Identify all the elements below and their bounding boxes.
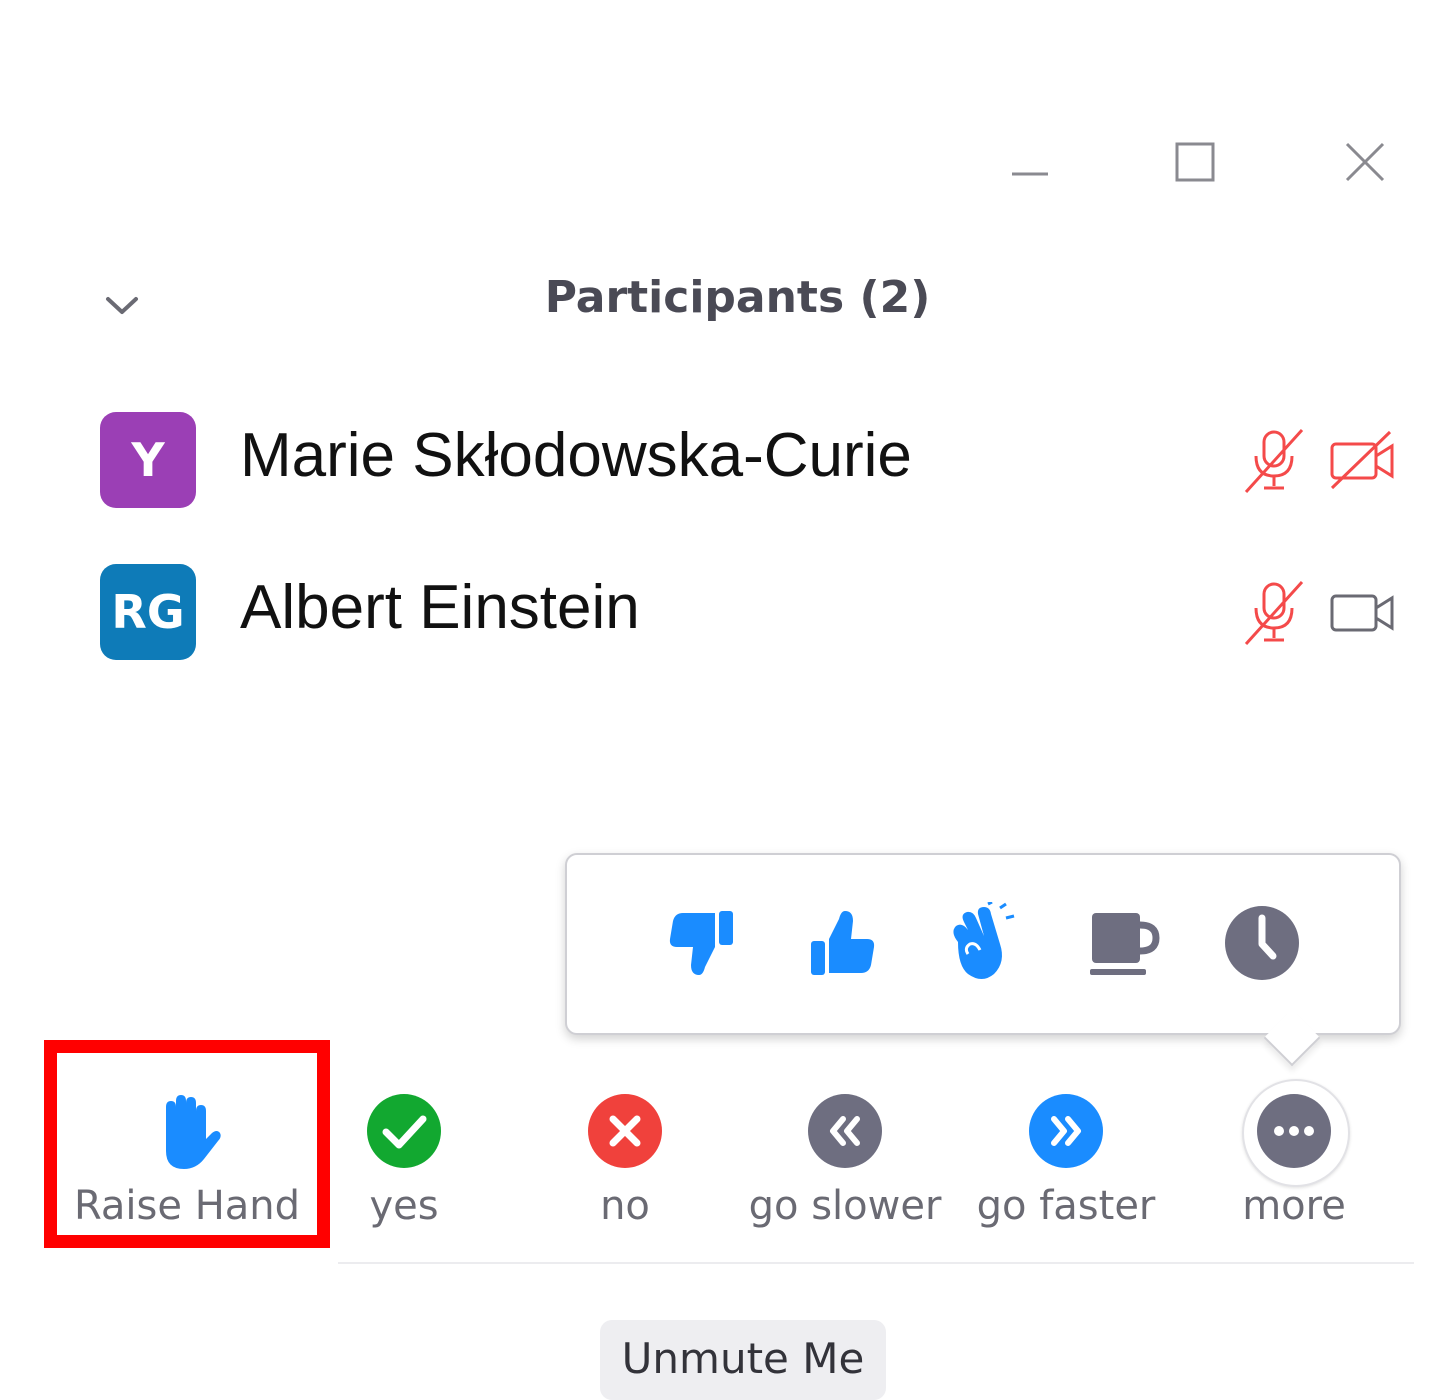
unmute-button[interactable]: Unmute Me bbox=[600, 1320, 886, 1400]
mic-muted-icon[interactable] bbox=[1240, 426, 1310, 496]
participant-row[interactable]: RG Albert Einstein bbox=[100, 564, 1400, 664]
raise-hand-highlight bbox=[44, 1040, 330, 1248]
close-icon bbox=[1345, 142, 1385, 182]
coffee-icon bbox=[1090, 913, 1160, 975]
clock-icon bbox=[1225, 906, 1299, 980]
clap-button[interactable] bbox=[937, 898, 1027, 988]
maximize-button[interactable] bbox=[1160, 130, 1230, 194]
clapping-hands-icon bbox=[953, 902, 1015, 979]
no-label: no bbox=[600, 1183, 650, 1229]
x-icon bbox=[587, 1093, 663, 1169]
rewind-icon bbox=[807, 1093, 883, 1169]
go-faster-button[interactable]: go faster bbox=[956, 1085, 1176, 1245]
mic-muted-icon[interactable] bbox=[1240, 578, 1310, 648]
check-icon bbox=[366, 1093, 442, 1169]
thumbs-down-button[interactable] bbox=[657, 898, 747, 988]
away-button[interactable] bbox=[1217, 898, 1307, 988]
more-dots-icon bbox=[1256, 1093, 1332, 1169]
thumbs-up-button[interactable] bbox=[797, 898, 887, 988]
maximize-icon bbox=[1175, 142, 1215, 182]
thumbs-up-icon bbox=[811, 911, 875, 975]
participant-row[interactable]: Y Marie Skłodowska-Curie bbox=[100, 412, 1400, 512]
video-off-icon[interactable] bbox=[1328, 426, 1398, 496]
participant-name: Marie Skłodowska-Curie bbox=[240, 421, 912, 490]
page-title: Participants (2) bbox=[0, 272, 1435, 323]
panel-title: Participants (2) bbox=[544, 272, 931, 323]
participant-name: Albert Einstein bbox=[240, 573, 640, 642]
close-button[interactable] bbox=[1330, 130, 1400, 194]
minimize-icon bbox=[1012, 172, 1048, 176]
more-label: more bbox=[1242, 1183, 1346, 1229]
video-on-icon[interactable] bbox=[1328, 578, 1398, 648]
coffee-button[interactable] bbox=[1077, 898, 1167, 988]
go-faster-label: go faster bbox=[976, 1183, 1156, 1229]
thumbs-down-icon bbox=[669, 911, 733, 975]
more-button[interactable]: more bbox=[1184, 1079, 1404, 1245]
avatar: Y bbox=[100, 412, 196, 508]
go-slower-button[interactable]: go slower bbox=[735, 1085, 955, 1245]
no-button[interactable]: no bbox=[515, 1085, 735, 1245]
avatar: RG bbox=[100, 564, 196, 660]
divider bbox=[338, 1262, 1414, 1264]
minimize-button[interactable] bbox=[995, 130, 1065, 194]
go-slower-label: go slower bbox=[748, 1183, 942, 1229]
fast-forward-icon bbox=[1028, 1093, 1104, 1169]
